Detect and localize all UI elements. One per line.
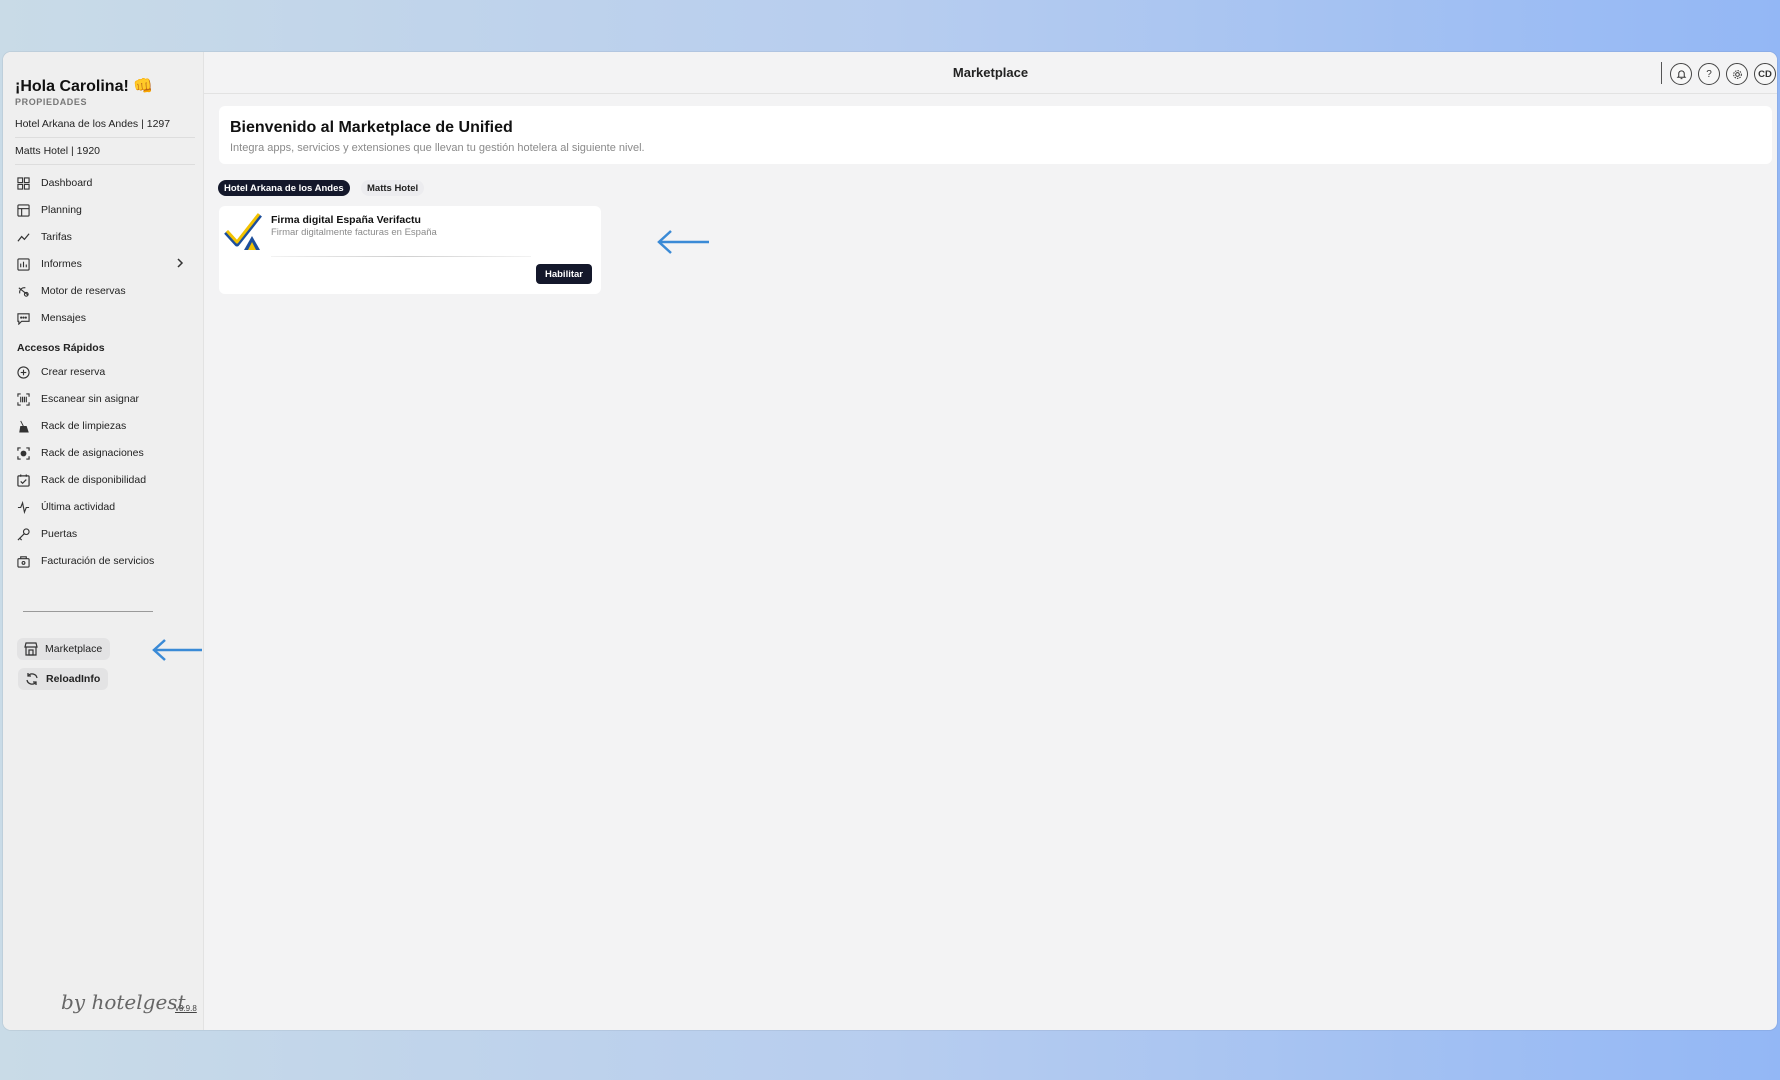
nav-label: Mensajes [41,312,86,324]
quick-item-escanear[interactable]: Escanear sin asignar [15,389,190,409]
nav-label: Motor de reservas [41,285,126,297]
quick-item-facturacion[interactable]: Facturación de servicios [15,551,190,571]
quick-access-title: Accesos Rápidos [17,342,105,354]
quick-label: Rack de limpiezas [41,420,127,432]
quick-item-ultima-actividad[interactable]: Última actividad [15,497,190,517]
key-icon [15,526,31,542]
tab-hotel-arkana[interactable]: Hotel Arkana de los Andes [218,180,350,196]
bag-icon [15,553,31,569]
calendar-grid-icon [15,202,31,218]
quick-label: Escanear sin asignar [41,393,140,405]
broom-icon [15,418,31,434]
properties-label: PROPIEDADES [15,97,88,107]
message-icon [15,310,31,326]
nav-label: Tarifas [41,231,72,243]
quick-item-rack-disponibilidad[interactable]: Rack de disponibilidad [15,470,190,490]
plus-circle-icon [15,364,31,380]
topbar: Marketplace ? CD [204,52,1777,94]
divider [23,611,153,612]
notifications-button[interactable] [1670,63,1692,85]
help-button[interactable]: ? [1698,63,1720,85]
nav-item-planning[interactable]: Planning [15,200,190,220]
property-item-matts[interactable]: Matts Hotel | 1920 [15,145,100,157]
quick-label: Puertas [41,528,78,540]
version-link[interactable]: v3.9.8 [175,1004,197,1013]
welcome-title: Bienvenido al Marketplace de Unified [230,119,513,136]
store-icon [23,641,39,657]
refresh-icon [24,671,40,687]
barcode-icon [15,391,31,407]
gear-icon [1732,69,1742,79]
nav-item-marketplace[interactable]: Marketplace [17,638,111,660]
activity-icon [15,499,31,515]
quick-label: Última actividad [41,501,116,513]
reload-info-button[interactable]: ReloadInfo [18,668,109,690]
divider [15,137,195,138]
divider [15,164,195,165]
welcome-subtitle: Integra apps, servicios y extensiones qu… [230,142,645,154]
greeting: ¡Hola Carolina! 👊 [15,76,153,96]
calendar-check-icon [15,472,31,488]
greeting-text: ¡Hola Carolina! [15,78,129,95]
app-description: Firmar digitalmente facturas en España [271,227,437,238]
quick-label: Crear reserva [41,366,106,378]
quick-label: Rack de asignaciones [41,447,144,459]
question-icon: ? [1706,68,1712,80]
nav-label: Dashboard [41,177,93,189]
app-card: Firma digital España Verifactu Firmar di… [219,206,601,294]
sidebar: ¡Hola Carolina! 👊 PROPIEDADES Hotel Arka… [3,52,204,1030]
property-item-arkana[interactable]: Hotel Arkana de los Andes | 1297 [15,118,170,130]
trend-line-icon [15,229,31,245]
report-icon [15,256,31,272]
quick-item-rack-limpiezas[interactable]: Rack de limpiezas [15,416,190,436]
fist-icon: 👊 [133,78,154,95]
welcome-banner: Bienvenido al Marketplace de Unified Int… [219,106,1772,164]
nav-item-informes[interactable]: Informes [15,254,190,274]
divider [1661,62,1662,84]
nav-item-mensajes[interactable]: Mensajes [15,308,190,328]
quick-label: Facturación de servicios [41,555,155,567]
nav-label: Informes [41,258,82,270]
focus-icon [15,445,31,461]
arrow-left-icon [152,639,202,661]
divider [271,256,531,257]
hotelgest-logo: by hotelgest [61,990,186,1014]
nav-item-tarifas[interactable]: Tarifas [15,227,190,247]
nav-item-dashboard[interactable]: Dashboard [15,173,190,193]
grid-icon [15,175,31,191]
avatar[interactable]: CD [1754,63,1776,85]
bell-icon [1676,69,1686,79]
quick-item-puertas[interactable]: Puertas [15,524,190,544]
enable-button[interactable]: Habilitar [535,264,592,284]
nav-item-motor-reservas[interactable]: Motor de reservas [15,281,190,301]
arrow-left-icon [657,230,709,254]
settings-button[interactable] [1726,63,1748,85]
tab-matts-hotel[interactable]: Matts Hotel [361,180,425,196]
marketplace-label: Marketplace [45,643,103,655]
quick-item-crear-reserva[interactable]: Crear reserva [15,362,190,382]
quick-item-rack-asignaciones[interactable]: Rack de asignaciones [15,443,190,463]
quick-label: Rack de disponibilidad [41,474,147,486]
app-name: Firma digital España Verifactu [271,214,421,226]
booking-engine-icon [15,283,31,299]
app-window: ¡Hola Carolina! 👊 PROPIEDADES Hotel Arka… [3,52,1777,1030]
verifactu-logo [224,213,262,250]
chevron-right-icon[interactable] [174,257,186,272]
reload-label: ReloadInfo [46,673,101,685]
nav-label: Planning [41,204,82,216]
page-title: Marketplace [952,65,1029,80]
